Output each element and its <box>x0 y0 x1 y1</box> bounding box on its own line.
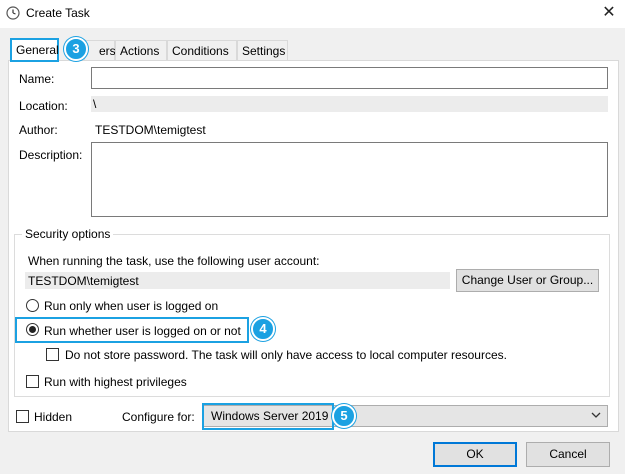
name-input[interactable] <box>91 67 608 89</box>
step-badge-3: 3 <box>64 37 88 61</box>
description-textarea[interactable] <box>91 142 608 217</box>
run-whether-label: Run whether user is logged on or not <box>44 324 241 338</box>
tab-general[interactable]: General <box>10 38 59 62</box>
description-label: Description: <box>19 148 83 162</box>
name-label: Name: <box>19 72 55 86</box>
location-field <box>91 96 608 112</box>
security-options-title: Security options <box>22 227 114 241</box>
run-only-logged-on-radio[interactable] <box>26 299 39 312</box>
user-account-value: TESTDOM\temigtest <box>28 274 139 288</box>
location-label: Location: <box>19 99 68 113</box>
close-icon[interactable]: ✕ <box>598 2 620 24</box>
configure-for-label: Configure for: <box>122 410 195 424</box>
cancel-button[interactable]: Cancel <box>526 442 610 467</box>
highest-privileges-label: Run with highest privileges <box>44 375 187 389</box>
ok-button[interactable]: OK <box>433 442 517 467</box>
title-bar <box>0 0 625 28</box>
hidden-label: Hidden <box>34 410 73 424</box>
author-value: TESTDOM\temigtest <box>95 123 206 137</box>
chevron-down-icon <box>591 412 601 418</box>
run-whether-radio[interactable] <box>26 323 39 336</box>
location-value: \ <box>93 97 97 111</box>
step-badge-5: 5 <box>332 404 356 428</box>
no-store-password-checkbox[interactable] <box>46 348 59 361</box>
task-clock-icon <box>6 6 20 20</box>
tab-triggers[interactable]: ers <box>84 40 116 60</box>
step-badge-4: 4 <box>251 317 275 341</box>
tab-conditions[interactable]: Conditions <box>167 40 237 60</box>
configure-for-value: Windows Server 2019 <box>202 403 334 430</box>
change-user-button[interactable]: Change User or Group... <box>456 269 599 292</box>
hidden-checkbox[interactable] <box>16 410 29 423</box>
user-account-prompt: When running the task, use the following… <box>28 254 320 268</box>
tab-actions[interactable]: Actions <box>115 40 167 60</box>
author-label: Author: <box>19 123 58 137</box>
no-store-password-label: Do not store password. The task will onl… <box>65 348 507 362</box>
window-title: Create Task <box>26 6 90 20</box>
highest-privileges-checkbox[interactable] <box>26 375 39 388</box>
tab-settings[interactable]: Settings <box>237 40 288 60</box>
run-only-logged-on-label: Run only when user is logged on <box>44 299 219 313</box>
